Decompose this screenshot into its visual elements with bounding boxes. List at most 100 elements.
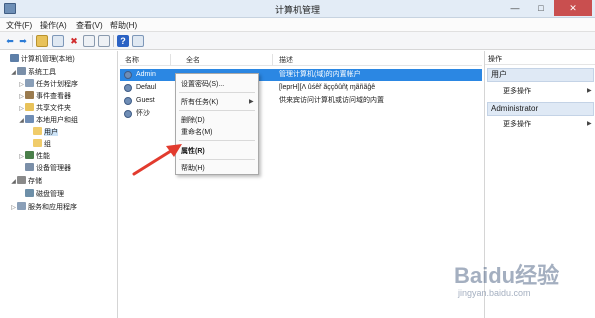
user-name: Guest (136, 97, 155, 104)
user-icon (124, 71, 132, 79)
menu-help[interactable]: 帮助(H) (110, 20, 137, 31)
help-icon[interactable]: ? (117, 35, 129, 47)
tree-item-computer-management[interactable]: 计算机管理(本地) (3, 54, 75, 65)
menu-bar: 文件(F) 操作(A) 查看(V) 帮助(H) (0, 18, 595, 32)
menu-divider (179, 110, 255, 111)
menu-divider (179, 159, 255, 160)
tree-expander[interactable]: ▷ (18, 80, 25, 91)
close-button[interactable]: ✕ (554, 0, 592, 16)
computer-icon (10, 54, 19, 62)
watermark-url: jingyan.baidu.com (458, 288, 531, 298)
tree-expander[interactable]: ▷ (18, 92, 25, 103)
baidu-watermark: Baidu经验 jingyan.baidu.com (454, 258, 590, 306)
menu-item-rename[interactable]: 重命名(M) (181, 127, 213, 137)
title-bar: 计算机管理 — □ ✕ (0, 0, 595, 18)
chevron-right-icon: ▶ (587, 88, 592, 94)
tree-item-label: 系统工具 (28, 69, 56, 76)
tree-item-label: 事件查看器 (36, 93, 71, 100)
tree-item-label: 共享文件夹 (36, 105, 71, 112)
user-description: 供来宾访问计算机或访问域的内置 (279, 97, 384, 104)
tree-item-shared-folders[interactable]: ▷ 共享文件夹 (18, 103, 71, 114)
column-header-full-name[interactable]: 全名 (186, 55, 200, 65)
user-description: [leprH][Λ ûśêř ãççôûñţ ɱãñãĝê (279, 84, 376, 91)
device-manager-icon (25, 163, 34, 171)
toolbar-divider (32, 35, 33, 47)
tools-icon (17, 67, 26, 75)
tree-item-label: 组 (44, 141, 51, 148)
tree-item-groups[interactable]: 组 (33, 139, 51, 150)
user-icon (124, 84, 132, 92)
tree-item-label: 性能 (36, 153, 50, 160)
tree-item-task-scheduler[interactable]: ▷ 任务计划程序 (18, 79, 78, 90)
tree-expander[interactable]: ▷ (18, 152, 25, 163)
services-icon (17, 202, 26, 210)
menu-item-all-tasks[interactable]: 所有任务(K) (181, 97, 218, 107)
list-header: 名称 全名 描述 (120, 54, 482, 66)
tree-item-services-applications[interactable]: ▷ 服务和应用程序 (10, 202, 77, 213)
actions-header: 操作 (485, 54, 595, 65)
folder-icon (33, 139, 42, 147)
forward-arrow-icon[interactable]: ➡ (17, 35, 29, 47)
tree-item-label: 服务和应用程序 (28, 204, 77, 211)
menu-divider (179, 92, 255, 93)
column-divider[interactable] (170, 54, 171, 66)
column-header-description[interactable]: 描述 (279, 55, 293, 65)
menu-file[interactable]: 文件(F) (6, 20, 32, 31)
tree-item-device-manager[interactable]: 设备管理器 (25, 163, 71, 174)
export-icon[interactable] (98, 35, 110, 47)
tree-item-local-users-groups[interactable]: ◢ 本地用户和组 (18, 115, 78, 126)
tree-item-label: 任务计划程序 (36, 81, 78, 88)
menu-item-delete[interactable]: 删除(D) (181, 115, 205, 125)
toolbar: ⬅ ➡ ✖ ? (0, 32, 595, 50)
column-header-name[interactable]: 名称 (125, 55, 139, 65)
user-name: 怀沙 (136, 110, 150, 117)
user-name: Admin (136, 71, 156, 78)
performance-icon (25, 151, 34, 159)
toolbar-divider (113, 35, 114, 47)
menu-divider (179, 140, 255, 141)
actions-section-administrator[interactable]: Administrator (487, 102, 594, 116)
tree-item-performance[interactable]: ▷ 性能 (18, 151, 50, 162)
menu-view[interactable]: 查看(V) (76, 20, 103, 31)
tree-expander[interactable]: ◢ (10, 177, 17, 188)
tree-item-event-viewer[interactable]: ▷ 事件查看器 (18, 91, 71, 102)
tree-item-label: 计算机管理(本地) (21, 56, 75, 63)
actions-section-users[interactable]: 用户 (487, 68, 594, 82)
tree-item-disk-management[interactable]: 磁盘管理 (25, 189, 64, 200)
view-icon[interactable] (132, 35, 144, 47)
submenu-arrow-icon: ▶ (249, 99, 254, 105)
console-tree-icon[interactable] (52, 35, 64, 47)
watermark-logo: Baidu经验 (454, 263, 560, 288)
properties-icon[interactable] (83, 35, 95, 47)
tree-item-label: 设备管理器 (36, 165, 71, 172)
users-group-icon (25, 115, 34, 123)
tree-expander[interactable]: ◢ (10, 68, 17, 79)
tree-item-label: 本地用户和组 (36, 117, 78, 124)
user-name: Defaul (136, 84, 157, 91)
tree-item-system-tools[interactable]: ◢ 系统工具 (10, 67, 56, 78)
chevron-right-icon: ▶ (587, 121, 592, 127)
menu-item-set-password[interactable]: 设置密码(S)... (181, 79, 224, 89)
more-actions-link[interactable]: 更多操作 (503, 119, 531, 129)
menu-action[interactable]: 操作(A) (40, 20, 67, 31)
column-divider[interactable] (272, 54, 273, 66)
user-icon (124, 97, 132, 105)
more-actions-link[interactable]: 更多操作 (503, 86, 531, 96)
tree-item-label: 磁盘管理 (36, 191, 64, 198)
pointer-arrow-icon (132, 144, 182, 176)
tree-item-users[interactable]: 用户 (33, 127, 58, 138)
tree-item-storage[interactable]: ◢ 存储 (10, 176, 42, 187)
clock-icon (25, 79, 34, 87)
disk-icon (25, 189, 34, 197)
delete-icon[interactable]: ✖ (68, 35, 80, 47)
maximize-button[interactable]: □ (528, 0, 554, 16)
tree-expander[interactable]: ◢ (18, 116, 25, 127)
folder-up-icon[interactable] (36, 35, 48, 47)
back-arrow-icon[interactable]: ⬅ (4, 35, 16, 47)
minimize-button[interactable]: — (502, 0, 528, 16)
tree-expander[interactable]: ▷ (10, 203, 17, 214)
tree-item-label: 用户 (44, 129, 58, 136)
folder-icon (33, 127, 42, 135)
tree-expander[interactable]: ▷ (18, 104, 25, 115)
user-icon (124, 110, 132, 118)
